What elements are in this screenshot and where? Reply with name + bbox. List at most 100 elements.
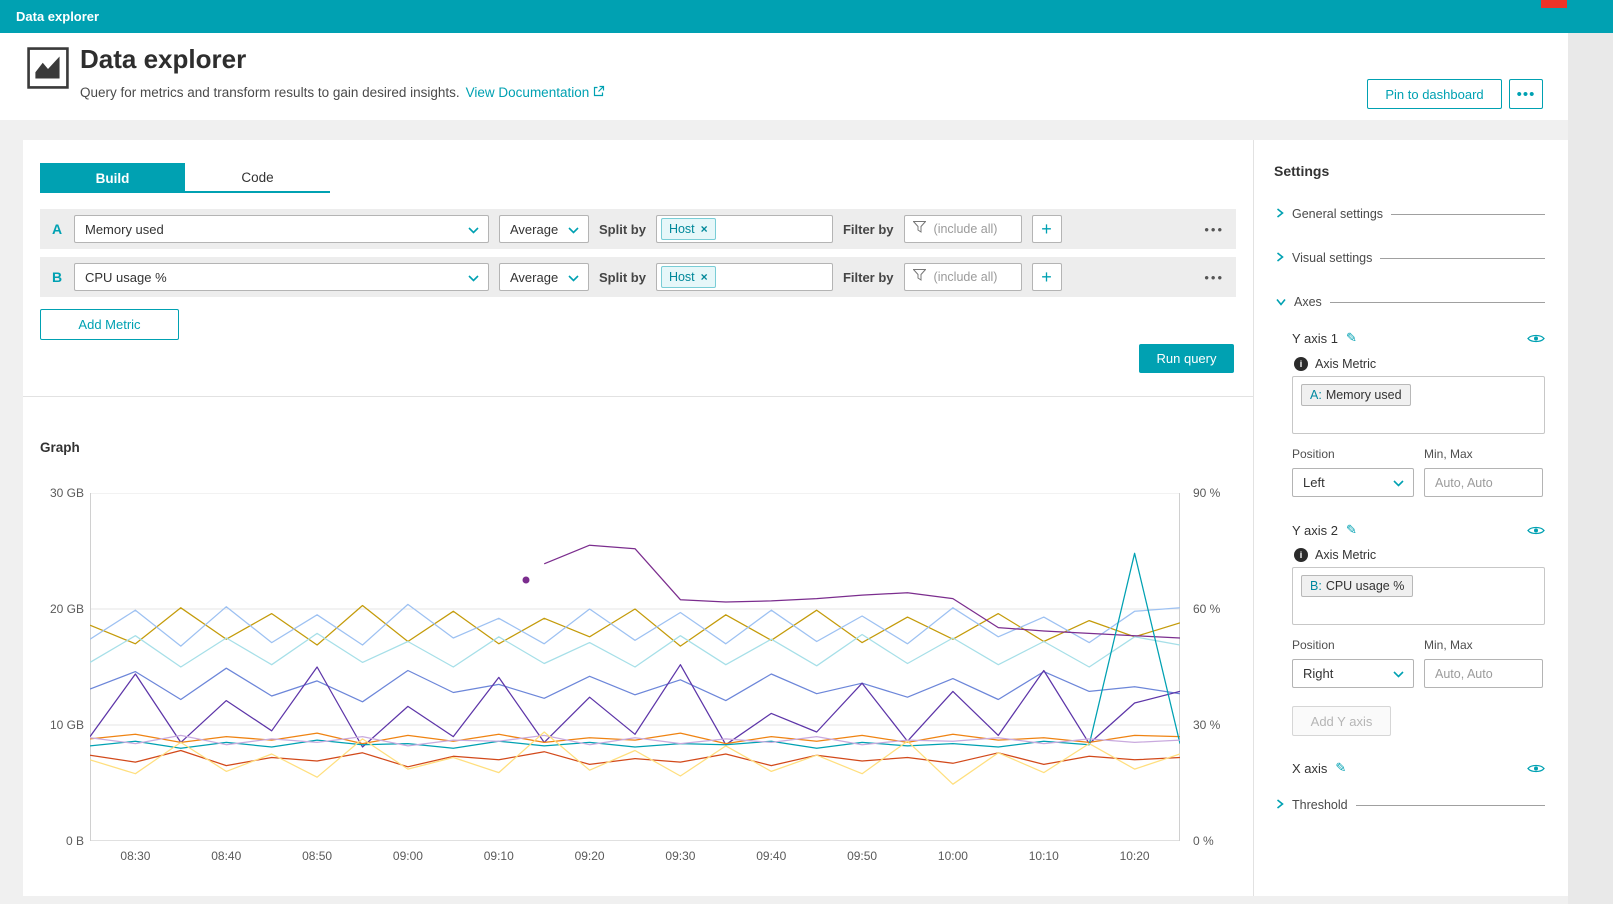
y-axis-1-metric-box[interactable]: A: Memory used <box>1292 376 1545 434</box>
chart-icon <box>27 47 69 94</box>
x-tick-label: 08:40 <box>201 849 251 863</box>
chevron-down-icon <box>468 270 479 285</box>
split-by-label: Split by <box>599 270 646 285</box>
filter-by-label: Filter by <box>843 222 894 237</box>
section-general-settings[interactable]: General settings <box>1276 205 1545 223</box>
row-more-options-button[interactable]: ••• <box>1204 222 1224 237</box>
add-filter-button[interactable]: + <box>1032 215 1062 243</box>
axis-metric-chip[interactable]: A: Memory used <box>1301 384 1411 406</box>
y-axis-1-position-select[interactable]: Left <box>1292 468 1414 497</box>
x-tick-label: 10:10 <box>1019 849 1069 863</box>
x-tick-label: 10:20 <box>1110 849 1160 863</box>
pin-to-dashboard-button[interactable]: Pin to dashboard <box>1367 79 1502 109</box>
filter-input[interactable] <box>932 221 1020 237</box>
pencil-icon[interactable]: ✎ <box>1335 760 1346 776</box>
split-by-input[interactable]: Host × <box>656 215 833 243</box>
series-line-memory-host-4 <box>90 668 1180 702</box>
x-tick-label: 08:50 <box>292 849 342 863</box>
tab-build[interactable]: Build <box>40 163 185 193</box>
section-axes[interactable]: Axes <box>1276 293 1545 311</box>
chevron-right-icon <box>1276 205 1284 223</box>
y-axis-1-header: Y axis 1 ✎ <box>1292 330 1545 346</box>
run-query-button[interactable]: Run query <box>1139 344 1234 373</box>
filter-input-wrap <box>904 263 1022 291</box>
y-axis-2-minmax-input[interactable] <box>1433 666 1534 682</box>
external-link-icon <box>593 85 605 100</box>
view-documentation-link[interactable]: View Documentation <box>466 85 606 100</box>
y-axis-2-minmax-wrap <box>1424 659 1543 688</box>
series-line-memory-host-5 <box>544 545 1180 638</box>
add-y-axis-button[interactable]: Add Y axis <box>1292 706 1391 736</box>
aggregation-select[interactable]: Average <box>499 215 589 243</box>
filter-input[interactable] <box>932 269 1020 285</box>
filter-by-label: Filter by <box>843 270 894 285</box>
eye-icon[interactable] <box>1527 333 1545 344</box>
close-icon[interactable]: × <box>701 270 708 284</box>
x-tick-label: 09:50 <box>837 849 887 863</box>
horizontal-divider <box>23 396 1253 397</box>
add-metric-button[interactable]: Add Metric <box>40 309 179 340</box>
x-axis-header: X axis ✎ <box>1292 760 1545 776</box>
row-more-options-button[interactable]: ••• <box>1204 270 1224 285</box>
split-chip-host[interactable]: Host × <box>661 266 716 288</box>
chart-plot-area[interactable] <box>90 493 1180 841</box>
chevron-down-icon <box>1393 666 1404 681</box>
right-gutter <box>1568 33 1613 904</box>
eye-icon[interactable] <box>1527 763 1545 774</box>
split-by-input[interactable]: Host × <box>656 263 833 291</box>
x-tick-label: 09:10 <box>474 849 524 863</box>
page-title: Data explorer <box>80 44 246 75</box>
query-row-id: A <box>52 221 64 237</box>
settings-panel-title: Settings <box>1274 163 1329 179</box>
y-axis-1-minmax-input[interactable] <box>1433 475 1534 491</box>
data-point <box>523 577 530 584</box>
funnel-icon <box>913 268 926 286</box>
eye-icon[interactable] <box>1527 525 1545 536</box>
x-tick-label: 09:40 <box>746 849 796 863</box>
section-threshold[interactable]: Threshold <box>1276 796 1545 814</box>
y-left-tick-label: 20 GB <box>40 602 84 616</box>
top-bar-title: Data explorer <box>16 9 99 24</box>
split-by-label: Split by <box>599 222 646 237</box>
y-axis-2-metric-box[interactable]: B: CPU usage % <box>1292 567 1545 625</box>
y-left-tick-label: 0 B <box>40 834 84 848</box>
info-icon: i <box>1294 357 1308 371</box>
chevron-down-icon <box>1393 475 1404 490</box>
chevron-right-icon <box>1276 796 1284 814</box>
metric-select[interactable]: CPU usage % <box>74 263 489 291</box>
close-icon[interactable]: × <box>701 222 708 236</box>
minmax-label: Min, Max <box>1424 447 1473 461</box>
query-row-a: A Memory used Average Split by Host × Fi… <box>40 209 1236 249</box>
x-tick-label: 09:20 <box>565 849 615 863</box>
y-axis-2-position-select[interactable]: Right <box>1292 659 1414 688</box>
tab-code[interactable]: Code <box>185 163 330 193</box>
chevron-down-icon <box>568 222 579 237</box>
x-tick-label: 09:00 <box>383 849 433 863</box>
split-chip-host[interactable]: Host × <box>661 218 716 240</box>
aggregation-select[interactable]: Average <box>499 263 589 291</box>
x-tick-label: 08:30 <box>110 849 160 863</box>
position-label: Position <box>1292 638 1335 652</box>
chevron-right-icon <box>1276 249 1284 267</box>
add-filter-button[interactable]: + <box>1032 263 1062 291</box>
recording-indicator <box>1541 0 1567 8</box>
query-row-id: B <box>52 269 64 285</box>
y-axis-1-metric-row: i Axis Metric <box>1294 357 1376 371</box>
y-axis-1-minmax-wrap <box>1424 468 1543 497</box>
y-axis-2-metric-row: i Axis Metric <box>1294 548 1376 562</box>
section-visual-settings[interactable]: Visual settings <box>1276 249 1545 267</box>
metric-select[interactable]: Memory used <box>74 215 489 243</box>
axis-metric-chip[interactable]: B: CPU usage % <box>1301 575 1413 597</box>
y-axis-2-header: Y axis 2 ✎ <box>1292 522 1545 538</box>
metrics-line-chart[interactable]: 0 B10 GB20 GB30 GB0 %30 %60 %90 %08:3008… <box>40 470 1225 882</box>
x-tick-label: 09:30 <box>655 849 705 863</box>
pencil-icon[interactable]: ✎ <box>1346 330 1357 346</box>
series-line-cpu-host-3 <box>90 751 1180 767</box>
chevron-down-icon <box>1276 293 1286 311</box>
funnel-icon <box>913 220 926 238</box>
settings-divider <box>1253 140 1254 896</box>
pencil-icon[interactable]: ✎ <box>1346 522 1357 538</box>
y-right-tick-label: 30 % <box>1193 718 1235 732</box>
subtitle-text: Query for metrics and transform results … <box>80 85 460 100</box>
header-more-options-button[interactable]: ••• <box>1509 79 1543 109</box>
